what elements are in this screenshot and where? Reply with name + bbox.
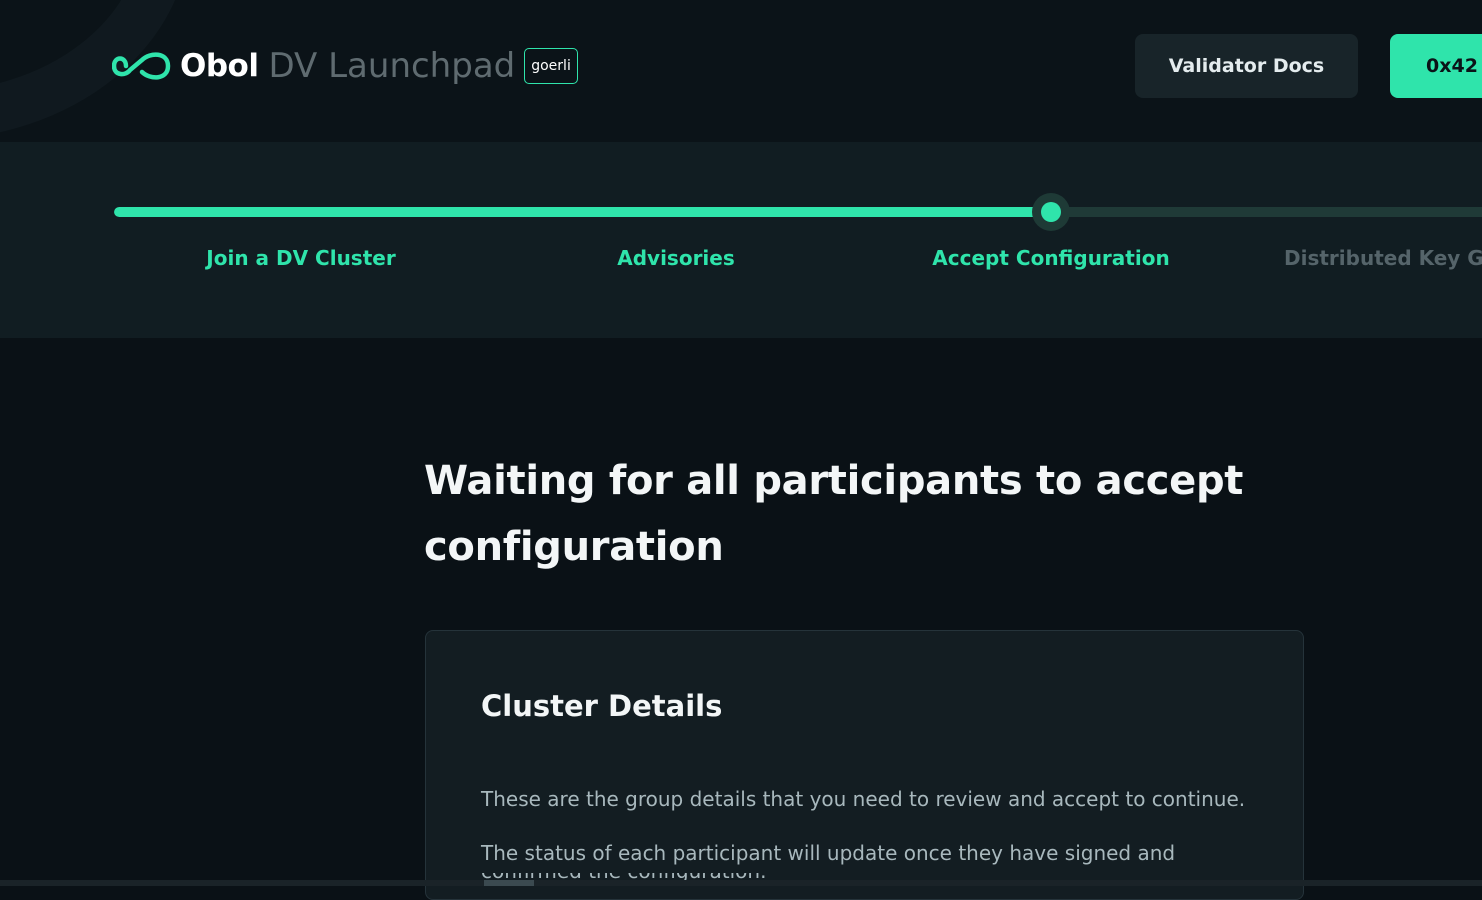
brand-logo[interactable]: Obol DV Launchpad goerli <box>112 44 578 88</box>
horizontal-scrollbar[interactable] <box>0 880 1482 886</box>
cluster-details-card: Cluster Details These are the group deta… <box>425 630 1304 900</box>
step-advisories: Advisories <box>617 246 735 270</box>
brand-name: Obol <box>180 48 259 84</box>
step-distributed-key-generation: Distributed Key Ge <box>1284 246 1482 270</box>
scrollbar-thumb[interactable] <box>484 880 534 886</box>
card-description: These are the group details that you nee… <box>481 787 1246 811</box>
step-join-cluster: Join a DV Cluster <box>206 246 396 270</box>
validator-docs-button[interactable]: Validator Docs <box>1135 34 1358 98</box>
top-bar: Obol DV Launchpad goerli Validator Docs … <box>0 0 1482 142</box>
current-step-dot <box>1041 202 1062 222</box>
progress-fill <box>114 207 1052 217</box>
wallet-address-button[interactable]: 0x42 <box>1390 34 1482 98</box>
progress-track <box>114 207 1482 217</box>
main-content: Waiting for all participants to accept c… <box>0 338 1482 900</box>
step-accept-configuration: Accept Configuration <box>932 246 1170 270</box>
infinity-icon <box>112 52 171 80</box>
page-title: Waiting for all participants to accept c… <box>424 458 1244 570</box>
card-title: Cluster Details <box>481 689 723 723</box>
card-status-note: The status of each participant will upda… <box>481 841 1176 865</box>
current-step-indicator <box>1032 193 1071 231</box>
network-badge: goerli <box>524 48 578 84</box>
app-name: DV Launchpad <box>268 46 516 86</box>
progress-stepper: Join a DV Cluster Advisories Accept Conf… <box>0 142 1482 338</box>
